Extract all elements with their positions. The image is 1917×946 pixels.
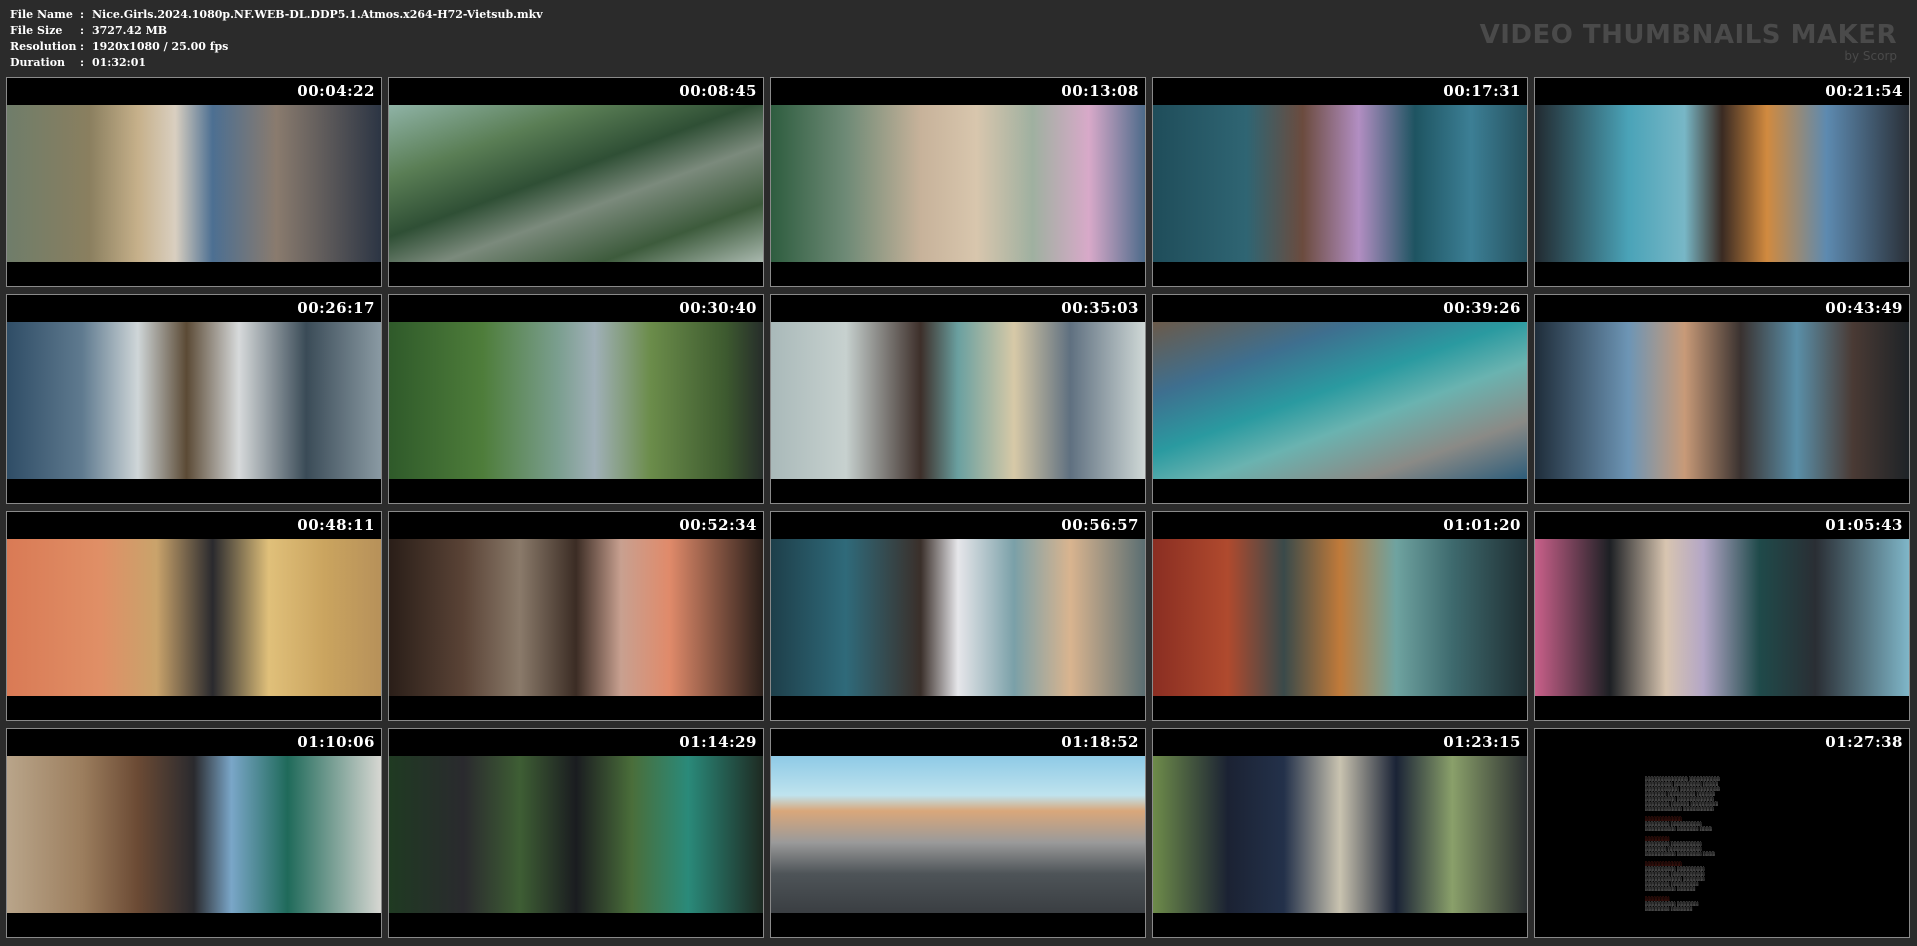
meta-value: Nice.Girls.2024.1080p.NF.WEB-DL.DDP5.1.A… (92, 8, 543, 21)
frame-image (7, 105, 381, 262)
timestamp: 00:21:54 (1825, 82, 1903, 100)
frame-image (389, 322, 763, 479)
meta-separator: : (80, 40, 85, 53)
frame-image (7, 322, 381, 479)
thumbnail-5[interactable]: 00:21:54 (1534, 77, 1910, 287)
thumbnail-grid: 00:04:22 00:08:45 00:13:08 00:17:31 00:2… (6, 77, 1910, 938)
timestamp: 00:56:57 (1061, 516, 1139, 534)
frame-image (1153, 756, 1527, 913)
timestamp: 00:35:03 (1061, 299, 1139, 317)
end-credits-text: ░░░░░░░░░░░░░░ ░░░░░░░░░░ ░░░░░░░░░ ░░░░░… (1645, 776, 1721, 911)
file-size-row: File Size : 3727.42 MB (10, 23, 543, 39)
frame-image (771, 322, 1145, 479)
frame-image (771, 539, 1145, 696)
timestamp: 00:17:31 (1443, 82, 1521, 100)
thumbnail-9[interactable]: 00:39:26 (1152, 294, 1528, 504)
timestamp: 00:04:22 (297, 82, 375, 100)
timestamp: 00:30:40 (679, 299, 757, 317)
meta-separator: : (80, 24, 85, 37)
timestamp: 00:43:49 (1825, 299, 1903, 317)
timestamp: 01:27:38 (1825, 733, 1903, 751)
frame-credits: ░░░░░░░░░░░░░░ ░░░░░░░░░░ ░░░░░░░░░ ░░░░░… (1535, 756, 1909, 913)
frame-image (389, 756, 763, 913)
frame-image (1153, 322, 1527, 479)
frame-image (389, 105, 763, 262)
thumbnail-20[interactable]: 01:27:38 ░░░░░░░░░░░░░░ ░░░░░░░░░░ ░░░░░░… (1534, 728, 1910, 938)
duration-row: Duration : 01:32:01 (10, 55, 543, 71)
thumbnail-15[interactable]: 01:05:43 (1534, 511, 1910, 721)
timestamp: 00:48:11 (297, 516, 375, 534)
brand-title: VIDEO THUMBNAILS MAKER (1479, 20, 1897, 50)
timestamp: 01:23:15 (1443, 733, 1521, 751)
timestamp: 00:26:17 (297, 299, 375, 317)
timestamp: 00:13:08 (1061, 82, 1139, 100)
timestamp: 01:18:52 (1061, 733, 1139, 751)
meta-value: 3727.42 MB (92, 24, 168, 37)
thumbnail-8[interactable]: 00:35:03 (770, 294, 1146, 504)
thumbnail-6[interactable]: 00:26:17 (6, 294, 382, 504)
brand-subtitle: by Scorp (1844, 49, 1897, 63)
meta-label: Resolution (10, 40, 77, 53)
thumbnail-1[interactable]: 00:04:22 (6, 77, 382, 287)
thumbnail-13[interactable]: 00:56:57 (770, 511, 1146, 721)
thumbnail-4[interactable]: 00:17:31 (1152, 77, 1528, 287)
file-name-row: File Name : Nice.Girls.2024.1080p.NF.WEB… (10, 7, 543, 23)
thumbnail-11[interactable]: 00:48:11 (6, 511, 382, 721)
frame-image (1535, 539, 1909, 696)
frame-image (1535, 322, 1909, 479)
timestamp: 01:10:06 (297, 733, 375, 751)
timestamp: 00:39:26 (1443, 299, 1521, 317)
thumbnail-19[interactable]: 01:23:15 (1152, 728, 1528, 938)
meta-value: 1920x1080 / 25.00 fps (92, 40, 229, 53)
frame-image (771, 105, 1145, 262)
frame-image (771, 756, 1145, 913)
meta-separator: : (80, 56, 85, 69)
meta-value: 01:32:01 (92, 56, 147, 69)
timestamp: 00:08:45 (679, 82, 757, 100)
thumbnail-14[interactable]: 01:01:20 (1152, 511, 1528, 721)
timestamp: 00:52:34 (679, 516, 757, 534)
meta-label: File Size (10, 24, 63, 37)
brand-logo: VIDEO THUMBNAILS MAKER by Scorp (1480, 20, 1897, 62)
meta-label: File Name (10, 8, 73, 21)
thumbnail-12[interactable]: 00:52:34 (388, 511, 764, 721)
frame-image (1535, 105, 1909, 262)
thumbnail-7[interactable]: 00:30:40 (388, 294, 764, 504)
timestamp: 01:05:43 (1825, 516, 1903, 534)
meta-separator: : (80, 8, 85, 21)
thumbnail-16[interactable]: 01:10:06 (6, 728, 382, 938)
thumbnail-3[interactable]: 00:13:08 (770, 77, 1146, 287)
timestamp: 01:14:29 (679, 733, 757, 751)
file-info-header: File Name : Nice.Girls.2024.1080p.NF.WEB… (10, 7, 543, 71)
thumbnail-18[interactable]: 01:18:52 (770, 728, 1146, 938)
timestamp: 01:01:20 (1443, 516, 1521, 534)
resolution-row: Resolution : 1920x1080 / 25.00 fps (10, 39, 543, 55)
frame-image (1153, 105, 1527, 262)
frame-image (389, 539, 763, 696)
frame-image (1153, 539, 1527, 696)
thumbnail-10[interactable]: 00:43:49 (1534, 294, 1910, 504)
meta-label: Duration (10, 56, 66, 69)
thumbnail-2[interactable]: 00:08:45 (388, 77, 764, 287)
thumbnail-17[interactable]: 01:14:29 (388, 728, 764, 938)
frame-image (7, 539, 381, 696)
frame-image (7, 756, 381, 913)
